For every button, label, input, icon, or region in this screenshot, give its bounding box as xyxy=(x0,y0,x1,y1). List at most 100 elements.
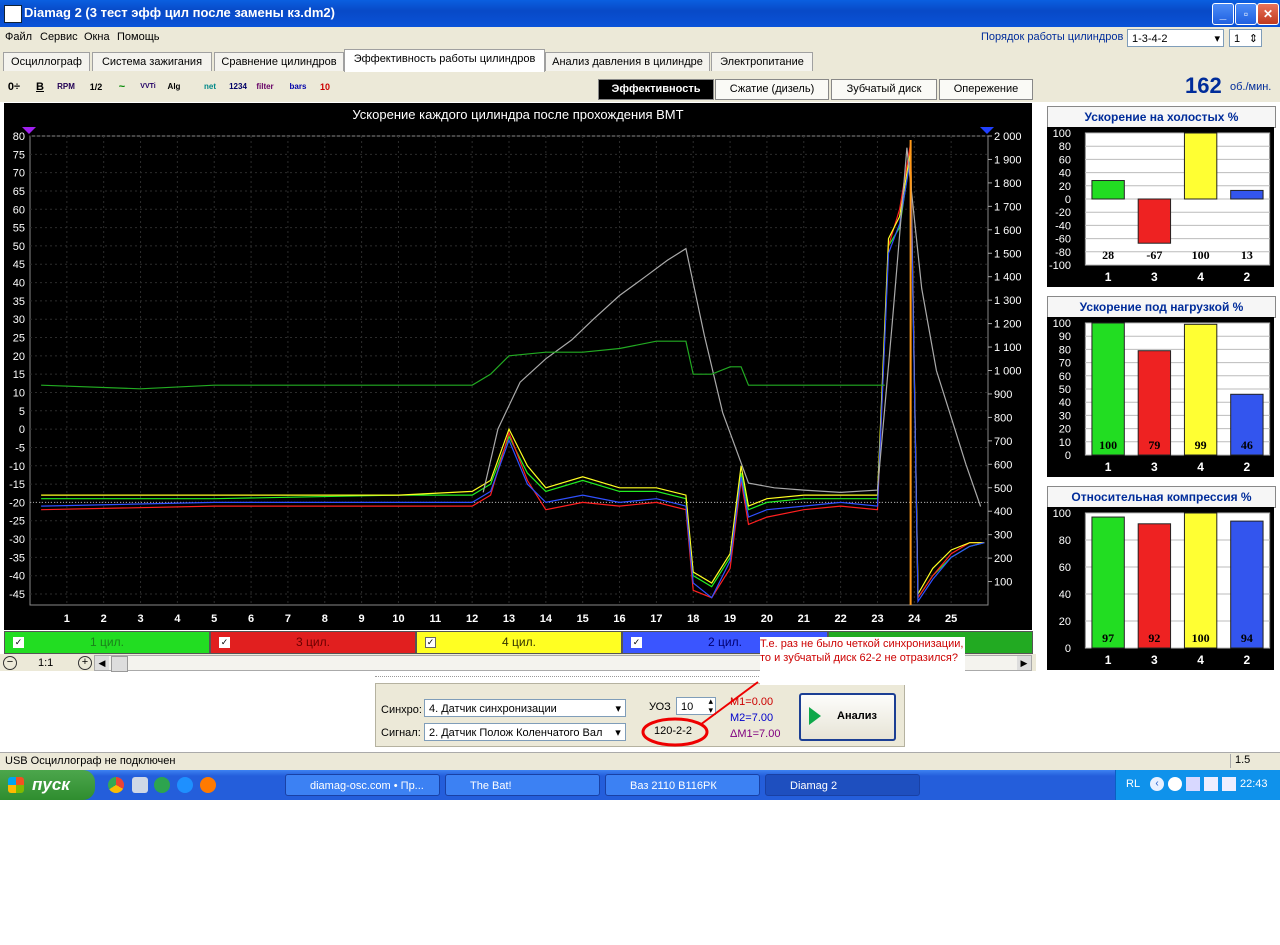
main-chart[interactable]: Ускорение каждого цилиндра после прохожд… xyxy=(4,103,1032,630)
bar-value-label: 13 xyxy=(1241,248,1253,262)
tab-power-supply[interactable]: Электропитание xyxy=(711,52,813,71)
tray-expand-icon[interactable]: ‹ xyxy=(1150,777,1164,791)
y-tick-label: 100 xyxy=(1053,318,1071,330)
status-bar: USB Осциллограф не подключен 1.5 xyxy=(0,752,1280,771)
subtab-toothed-disc[interactable]: Зубчатый диск xyxy=(831,79,937,100)
y-tick-label: 40 xyxy=(1059,589,1071,601)
rpm-icon[interactable]: RPM xyxy=(56,77,76,97)
close-button[interactable]: ✕ xyxy=(1257,3,1279,25)
y-tick-label: 40 xyxy=(1059,397,1071,409)
bar-value-label: 46 xyxy=(1241,438,1253,452)
tray-network-icon[interactable] xyxy=(1186,777,1200,791)
numbers-icon[interactable]: 1234 xyxy=(228,77,248,97)
y2-tick-label: 100 xyxy=(994,577,1012,589)
x-tick-label: 10 xyxy=(392,613,404,625)
start-button[interactable]: пуск xyxy=(0,770,95,800)
utorrent-icon[interactable] xyxy=(154,777,170,793)
menu-help[interactable]: Помощь xyxy=(117,31,160,43)
y2-tick-label: 1 200 xyxy=(994,319,1022,331)
load-accel-chart: 100 90 80 70 60 50 40 30 20 10 0 100 1 79 3 99 4 46 2 xyxy=(1047,317,1274,477)
chevron-down-icon: ▾ xyxy=(611,724,625,740)
subtab-compression-diesel[interactable]: Сжатие (дизель) xyxy=(715,79,829,100)
zero-offset-icon[interactable]: 0÷ xyxy=(4,77,24,97)
explorer-icon[interactable] xyxy=(132,777,148,793)
zoom-in-icon[interactable]: + xyxy=(78,656,92,670)
minimize-button[interactable]: _ xyxy=(1212,3,1234,25)
curve-icon[interactable]: ~ xyxy=(112,77,132,97)
tab-pressure-analysis[interactable]: Анализ давления в цилиндре xyxy=(545,52,710,71)
legend-cyl1-label: 1 цил. xyxy=(90,635,124,649)
network-icon[interactable]: net xyxy=(200,77,220,97)
bar-1 xyxy=(1091,180,1125,200)
bar-value-label: 94 xyxy=(1241,631,1253,645)
y2-tick-label: 1 100 xyxy=(994,342,1022,354)
chrome-icon[interactable] xyxy=(108,777,124,793)
cylinder-order-label: Порядок работы цилиндров xyxy=(981,31,1124,43)
status-text: USB Осциллограф не подключен xyxy=(5,755,176,767)
language-indicator[interactable]: RL xyxy=(1126,778,1140,790)
task-diamag-forum[interactable]: diamag-osc.com • Пр... xyxy=(285,774,440,796)
x-tick-label: 17 xyxy=(650,613,662,625)
scroll-thumb[interactable] xyxy=(111,656,128,672)
scroll-left-icon[interactable]: ◀ xyxy=(95,656,109,670)
spin-icon: ⇕ xyxy=(1248,33,1258,45)
sync-select[interactable]: 4. Датчик синхронизации ▾ xyxy=(424,699,626,717)
y2-tick-label: 900 xyxy=(994,389,1012,401)
checkbox-icon[interactable]: ✓ xyxy=(13,637,24,648)
compression-title: Относительная компрессия % xyxy=(1047,486,1276,508)
series-line-1 xyxy=(41,143,985,600)
y-tick-label: -100 xyxy=(1049,260,1071,272)
maximize-button[interactable]: ▫ xyxy=(1235,3,1257,25)
vvti-icon[interactable]: VVTi xyxy=(138,77,158,97)
menu-service[interactable]: Сервис xyxy=(40,31,78,43)
menu-windows[interactable]: Окна xyxy=(84,31,110,43)
bar-3 xyxy=(1137,198,1172,244)
bold-icon[interactable]: B xyxy=(30,77,50,97)
checkbox-icon[interactable]: ✓ xyxy=(219,637,230,648)
ten-icon[interactable]: 10 xyxy=(315,77,335,97)
tray-safely-remove-icon[interactable] xyxy=(1204,777,1218,791)
task-folder-vaz[interactable]: Ваз 2110 В116РК xyxy=(605,774,760,796)
bars-icon[interactable]: bars xyxy=(288,77,308,97)
cylinder-order-number[interactable]: 1 ⇕ xyxy=(1229,29,1262,47)
tab-oscilloscope[interactable]: Осциллограф xyxy=(3,52,90,71)
task-the-bat[interactable]: The Bat! xyxy=(445,774,600,796)
volume-icon[interactable] xyxy=(1222,777,1236,791)
highlight-circle xyxy=(641,717,709,747)
subtab-advance[interactable]: Опережение xyxy=(939,79,1033,100)
checkbox-icon[interactable]: ✓ xyxy=(631,637,642,648)
rpm-unit: об./мин. xyxy=(1230,81,1272,93)
subtab-efficiency[interactable]: Эффективность xyxy=(598,79,714,100)
legend-cyl4[interactable]: ✓ 4 цил. xyxy=(416,631,622,654)
legend-cyl3[interactable]: ✓ 3 цил. xyxy=(210,631,416,654)
cylinder-order-select[interactable]: 1-3-4-2 ▾ xyxy=(1127,29,1224,47)
bar-value-label: 92 xyxy=(1148,631,1160,645)
zoom-out-icon[interactable]: − xyxy=(3,656,17,670)
menu-file[interactable]: Файл xyxy=(5,31,32,43)
tab-cylinder-efficiency[interactable]: Эффективность работы цилиндров xyxy=(344,49,545,72)
scroll-right-icon[interactable]: ▶ xyxy=(1017,656,1031,670)
signal-select[interactable]: 2. Датчик Полож Коленчатого Вал ▾ xyxy=(424,723,626,741)
chevron-down-icon: ▾ xyxy=(1214,33,1220,45)
x-tick-label: 2 xyxy=(1244,270,1251,284)
x-tick-label: 2 xyxy=(1244,460,1251,474)
x-tick-label: 3 xyxy=(137,613,143,625)
algorithm-icon[interactable]: Alg 1/2 xyxy=(164,77,184,111)
tab-ignition[interactable]: Система зажигания xyxy=(92,52,212,71)
analyze-button[interactable]: Анализ xyxy=(799,693,896,741)
rpm-value: 162 xyxy=(1185,73,1222,98)
tray-app-icon[interactable] xyxy=(1168,777,1182,791)
y-tick-label: -40 xyxy=(1055,220,1071,232)
tab-cylinder-compare[interactable]: Сравнение цилиндров xyxy=(214,52,344,71)
filter-icon[interactable]: filter xyxy=(255,77,275,97)
ie-icon[interactable] xyxy=(177,777,193,793)
series-line-4 xyxy=(482,147,982,507)
legend-cyl1[interactable]: ✓ 1 цил. xyxy=(4,631,210,654)
firefox-icon[interactable] xyxy=(200,777,216,793)
bar-value-label: 100 xyxy=(1099,438,1117,452)
checkbox-icon[interactable]: ✓ xyxy=(425,637,436,648)
task-diamag2[interactable]: Diamag 2 xyxy=(765,774,920,796)
bar-value-label: -67 xyxy=(1146,248,1162,262)
title-bar: Diamag 2 (3 тест эфф цил после замены кз… xyxy=(0,0,1280,27)
cylinder-select-icon[interactable]: 1/2 xyxy=(86,77,106,97)
